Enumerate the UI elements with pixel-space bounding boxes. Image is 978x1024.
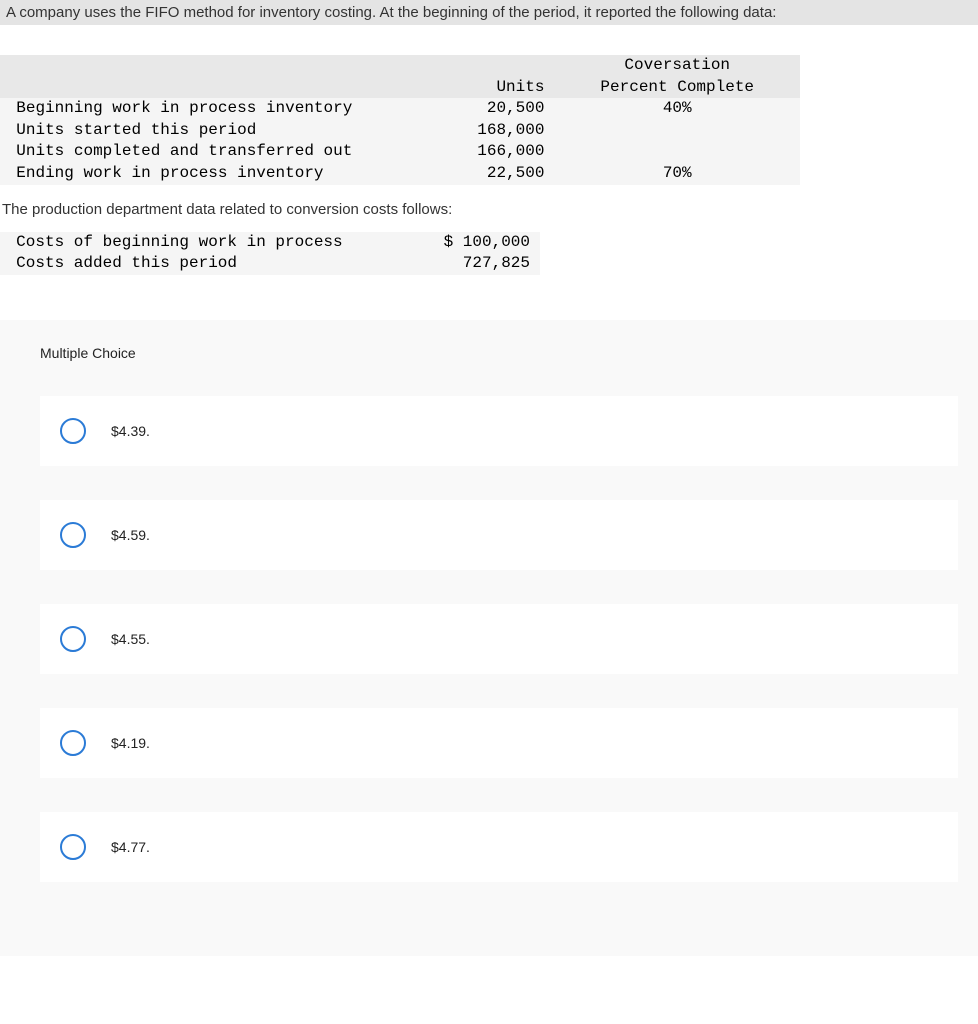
option-label: $4.59. xyxy=(111,527,150,543)
multiple-choice-header: Multiple Choice xyxy=(40,345,958,361)
table1-cell-pct: 40% xyxy=(554,98,800,120)
table1-header-top: Coversation xyxy=(554,55,800,77)
table1-cell-pct: 70% xyxy=(554,163,800,185)
radio-icon[interactable] xyxy=(60,522,86,548)
radio-icon[interactable] xyxy=(60,730,86,756)
option-row[interactable]: $4.55. xyxy=(40,604,958,674)
radio-icon[interactable] xyxy=(60,418,86,444)
table2-row: Costs of beginning work in process $ 100… xyxy=(0,232,540,254)
table1-cell-label: Units completed and transferred out xyxy=(12,141,421,163)
table1-row: Units started this period 168,000 xyxy=(0,120,800,142)
option-row[interactable]: $4.77. xyxy=(40,812,958,882)
option-label: $4.19. xyxy=(111,735,150,751)
table1-col-units: Units xyxy=(421,77,554,99)
table1-row: Ending work in process inventory 22,500 … xyxy=(0,163,800,185)
table2-row: Costs added this period 727,825 xyxy=(0,253,540,275)
option-label: $4.55. xyxy=(111,631,150,647)
table1-cell-pct xyxy=(554,141,800,163)
table1-col-pct: Percent Complete xyxy=(554,77,800,99)
table2-cell-label: Costs of beginning work in process xyxy=(12,232,388,254)
data-table-2: Costs of beginning work in process $ 100… xyxy=(0,232,540,275)
option-row[interactable]: $4.39. xyxy=(40,396,958,466)
table1-cell-units: 20,500 xyxy=(421,98,554,120)
table1-cell-label: Units started this period xyxy=(12,120,421,142)
option-label: $4.39. xyxy=(111,423,150,439)
content-area: Coversation Units Percent Complete Begin… xyxy=(0,55,978,956)
multiple-choice-container: Multiple Choice $4.39. $4.59. $4.55. $4.… xyxy=(0,320,978,956)
table2-cell-label: Costs added this period xyxy=(12,253,388,275)
table1-cell-label: Ending work in process inventory xyxy=(12,163,421,185)
mid-text: The production department data related t… xyxy=(2,201,978,218)
table1-row: Units completed and transferred out 166,… xyxy=(0,141,800,163)
table1-cell-units: 166,000 xyxy=(421,141,554,163)
data-table-1: Coversation Units Percent Complete Begin… xyxy=(0,55,800,185)
table1-cell-pct xyxy=(554,120,800,142)
radio-icon[interactable] xyxy=(60,626,86,652)
table2-cell-value: $ 100,000 xyxy=(388,232,540,254)
table2-cell-value: 727,825 xyxy=(388,253,540,275)
radio-icon[interactable] xyxy=(60,834,86,860)
table1-cell-units: 22,500 xyxy=(421,163,554,185)
option-row[interactable]: $4.19. xyxy=(40,708,958,778)
table1-cell-units: 168,000 xyxy=(421,120,554,142)
table1-row: Beginning work in process inventory 20,5… xyxy=(0,98,800,120)
option-row[interactable]: $4.59. xyxy=(40,500,958,570)
question-header: A company uses the FIFO method for inven… xyxy=(0,0,978,25)
option-label: $4.77. xyxy=(111,839,150,855)
table1-cell-label: Beginning work in process inventory xyxy=(12,98,421,120)
